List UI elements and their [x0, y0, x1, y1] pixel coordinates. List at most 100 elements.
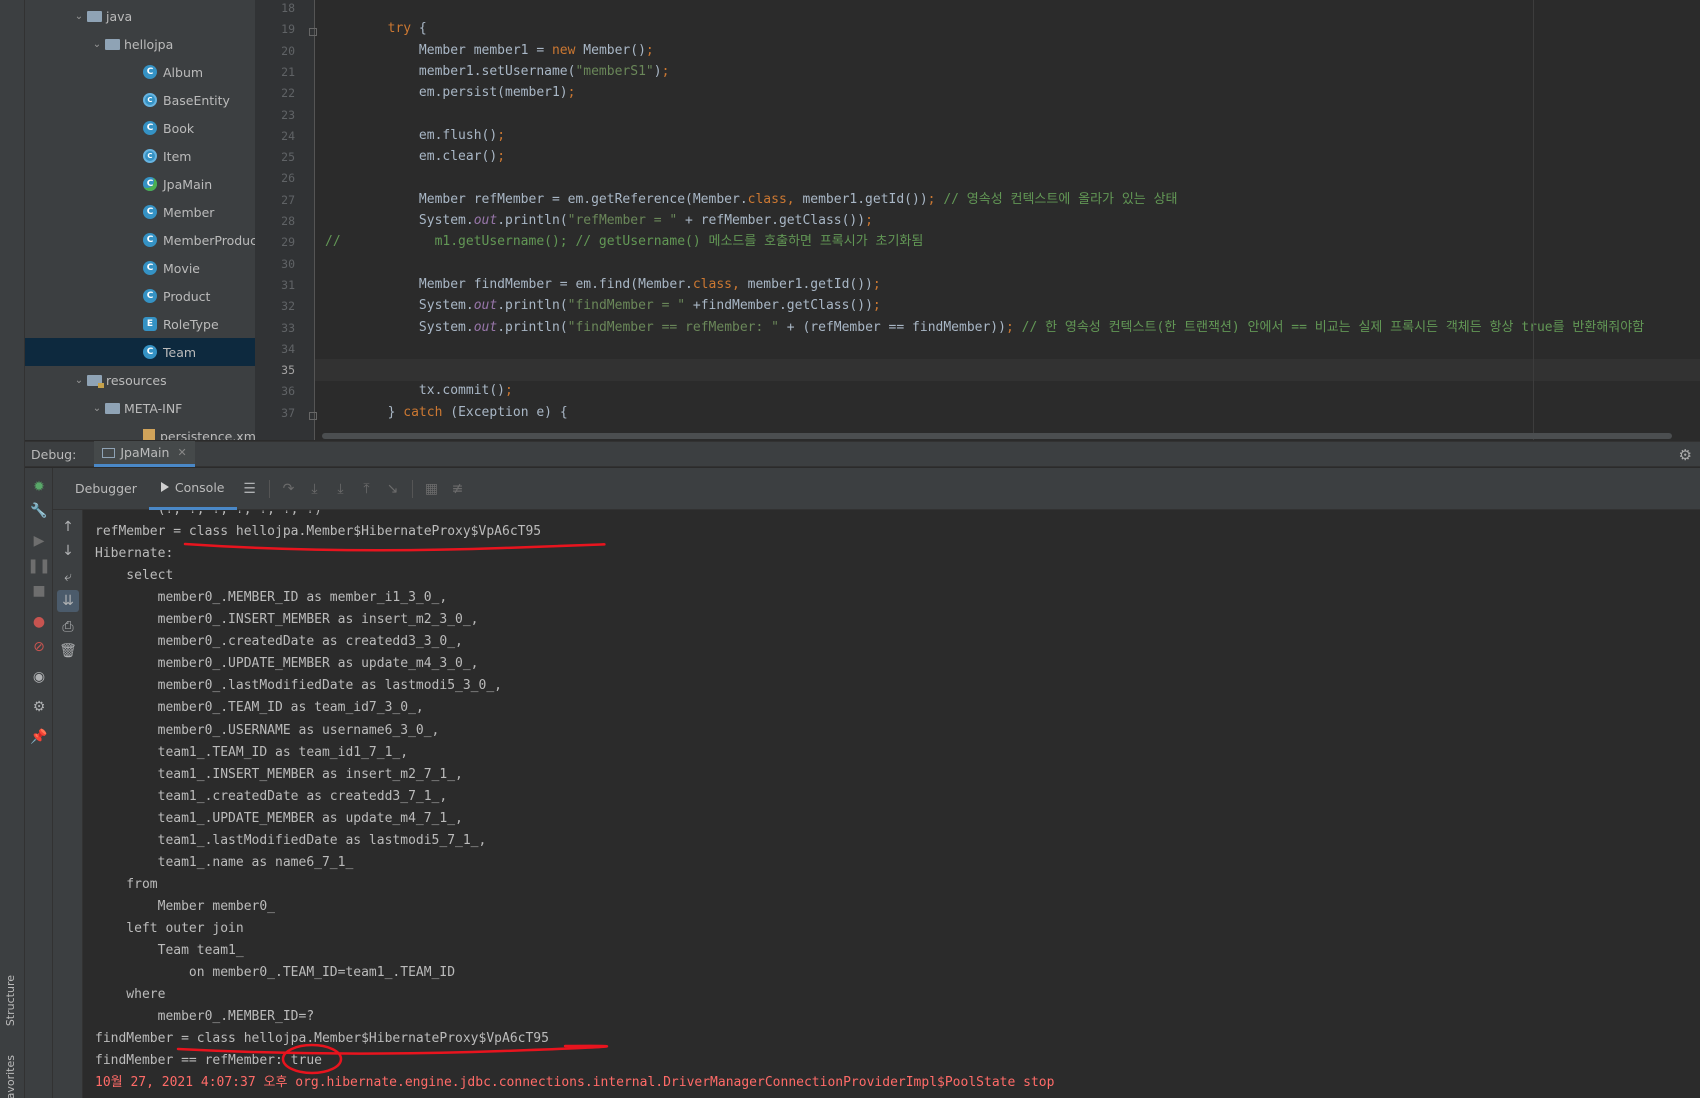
tab-console[interactable]: Console [148, 468, 237, 510]
class-icon: C [143, 121, 157, 135]
structure-tool-label[interactable]: Structure [4, 975, 17, 1026]
code-line[interactable]: try { [325, 18, 427, 40]
code-token: out [473, 298, 498, 314]
tree-item-label: persistence.xml [160, 428, 255, 441]
resume-icon[interactable]: ▶ [25, 530, 53, 552]
chevron-down-icon[interactable]: ⌄ [91, 403, 103, 414]
tree-item[interactable]: C Album [25, 58, 255, 86]
code-token: ; [497, 127, 506, 143]
settings-icon[interactable]: ⚙ [25, 696, 53, 718]
code-line[interactable]: // m1.getUsername(); // getUsername() 메소… [325, 231, 923, 253]
console-line: member0_.UPDATE_MEMBER as update_m4_3_0_… [95, 656, 479, 672]
folder-icon [105, 402, 120, 414]
scroll-to-end-icon[interactable]: ⇊ [57, 590, 79, 612]
code-line[interactable]: } catch (Exception e) { [325, 402, 568, 424]
print-icon[interactable]: ⎙ [54, 616, 82, 638]
toolbar-separator [411, 479, 413, 498]
console-line: member0_.lastModifiedDate as lastmodi5_3… [95, 678, 502, 694]
code-token: member1.setUsername( [325, 63, 576, 79]
console-output[interactable]: (?, ?, ?, ?, ?, ?, ?) refMember = class h… [83, 510, 1700, 1098]
line-number: 31 [281, 277, 295, 292]
tree-item[interactable]: C Product [25, 282, 255, 310]
code-line[interactable]: System.out.println("findMember = " +find… [325, 295, 881, 317]
code-editor[interactable]: 18 19 20 21 22 23 24 25 26 27 28 29 30 31 32 33 34 35 36 37… [255, 0, 1700, 440]
chevron-down-icon[interactable]: ⌄ [73, 375, 85, 386]
code-line[interactable]: em.clear(); [325, 146, 505, 168]
code-line[interactable]: Member refMember = em.getReference(Membe… [325, 189, 1178, 211]
enum-icon: E [143, 317, 157, 331]
code-token: "findMember = " [567, 298, 686, 314]
view-breakpoints-icon[interactable]: ● [25, 611, 53, 633]
tree-item[interactable]: C Book [25, 114, 255, 142]
console-line: left outer join [95, 920, 244, 936]
tree-item-label: hellojpa [124, 36, 174, 52]
folder-icon [105, 38, 120, 50]
tree-item[interactable]: E RoleType [25, 310, 255, 338]
code-line[interactable]: member1.setUsername("memberS1"); [325, 61, 669, 83]
code-line[interactable]: tx.commit(); [325, 380, 513, 402]
code-line[interactable]: Member findMember = em.find(Member.class… [325, 274, 881, 296]
step-into-icon[interactable]: ⤓ [302, 476, 328, 502]
step-over-icon[interactable]: ↷ [276, 476, 302, 502]
tree-item[interactable]: C Member [25, 198, 255, 226]
chevron-down-icon[interactable]: ⌄ [73, 11, 85, 22]
code-token: .println( [497, 298, 568, 314]
console-line: member0_.createdDate as createdd3_3_0_, [95, 634, 463, 650]
fold-icon[interactable] [309, 411, 317, 420]
trash-icon[interactable]: 🗑 [54, 640, 82, 662]
pause-icon[interactable]: ❚❚ [25, 555, 53, 577]
code-token: { [418, 21, 427, 37]
run-config-tab[interactable]: JpaMain ✕ [94, 441, 195, 467]
line-number: 24 [281, 128, 295, 143]
tree-item[interactable]: ⌄ hellojpa [25, 30, 255, 58]
console-line: (?, ?, ?, ?, ?, ?, ?) [95, 510, 322, 521]
folder-icon [87, 374, 104, 388]
tree-item[interactable]: ⌄ META-INF [25, 394, 255, 422]
tree-item[interactable]: C Item [25, 142, 255, 170]
code-line[interactable]: em.persist(member1); [325, 82, 576, 104]
stop-icon[interactable]: ■ [25, 580, 53, 602]
mute-breakpoints-icon[interactable]: ⊘ [25, 636, 53, 658]
tree-item[interactable]: ⌄ resources [25, 366, 255, 394]
tree-item[interactable]: C BaseEntity [25, 86, 255, 114]
evaluate-icon[interactable]: ▦ [419, 476, 445, 502]
force-step-into-icon[interactable]: ⤓ [328, 476, 354, 502]
tree-item[interactable]: C MemberProduct [25, 226, 255, 254]
pin-icon[interactable]: 📌 [25, 726, 53, 748]
arrow-down-icon[interactable]: ↓ [54, 540, 82, 562]
editor-horizontal-scrollbar[interactable] [322, 433, 1672, 439]
step-out-icon[interactable]: ⤒ [354, 476, 380, 502]
gear-icon[interactable]: ⚙ [1679, 446, 1692, 464]
soft-wrap-icon[interactable]: ⤶ [54, 566, 82, 588]
wrench-icon[interactable]: 🔧 [25, 500, 53, 522]
code-line[interactable]: Member member1 = new Member(); [325, 40, 654, 62]
code-line[interactable]: System.out.println("refMember = " + refM… [325, 210, 873, 232]
tree-item[interactable]: C Team [25, 338, 255, 366]
tree-item[interactable]: ⌄ java [25, 2, 255, 30]
console-error-line: 10월 27, 2021 4:07:37 오후 org.hibernate.en… [95, 1075, 1055, 1091]
left-tool-strip: Structure avorites [0, 0, 25, 1098]
class-icon: C [143, 261, 157, 275]
code-token: Member refMember = em.getReference(Membe… [325, 191, 748, 207]
code-line[interactable]: System.out.println("findMember == refMem… [325, 317, 1644, 339]
chevron-down-icon[interactable]: ⌄ [91, 39, 103, 50]
menu-icon[interactable]: ☰ [237, 476, 263, 502]
tab-debugger-label: Debugger [75, 481, 137, 496]
code-token: tx.commit() [325, 383, 506, 399]
code-line[interactable]: em.flush(); [325, 125, 505, 147]
tree-item-label: BaseEntity [163, 92, 230, 108]
tab-debugger[interactable]: Debugger [63, 468, 149, 510]
camera-icon[interactable]: ◉ [25, 666, 53, 688]
arrow-up-icon[interactable]: ↑ [54, 516, 82, 538]
tree-item[interactable]: persistence.xml [25, 422, 255, 440]
tree-item[interactable]: C Movie [25, 254, 255, 282]
favorites-tool-label[interactable]: avorites [4, 1055, 17, 1098]
fold-icon[interactable] [309, 28, 317, 37]
code-token: , [786, 191, 803, 207]
close-icon[interactable]: ✕ [177, 446, 186, 459]
console-line: Team team1_ [95, 943, 252, 958]
trace-icon[interactable]: ≢ [445, 476, 471, 502]
bug-icon[interactable]: ✹ [25, 476, 53, 498]
tree-item[interactable]: C JpaMain [25, 170, 255, 198]
run-to-cursor-icon[interactable]: ↘ [380, 476, 406, 502]
